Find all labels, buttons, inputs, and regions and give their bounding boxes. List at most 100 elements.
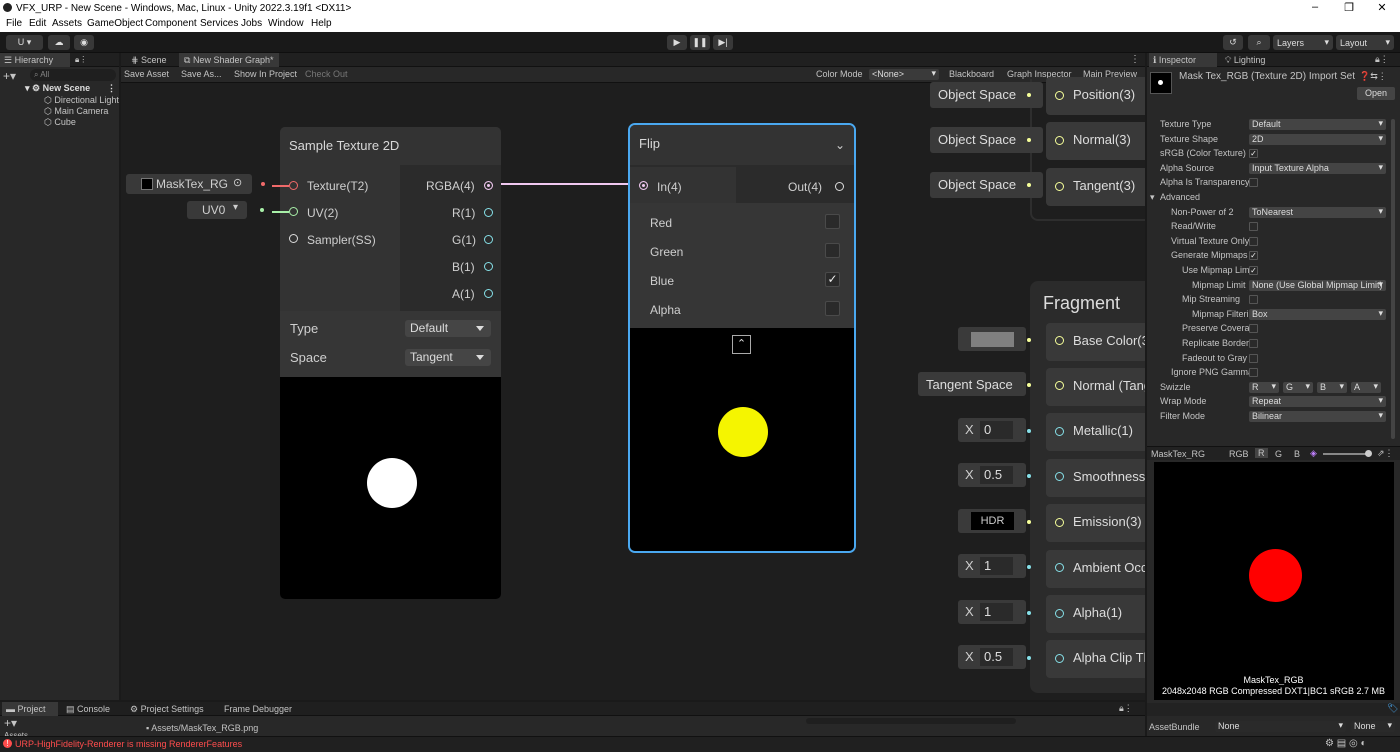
r-output-port[interactable] [484, 208, 493, 217]
add-icon[interactable]: +▾ [3, 69, 16, 83]
setting-dropdown[interactable]: ToNearest [1249, 207, 1386, 218]
metallic-port[interactable] [1055, 427, 1064, 436]
setting-dropdown[interactable]: Box [1249, 309, 1386, 320]
ao-field[interactable]: 1 [980, 557, 1013, 575]
uv-node[interactable]: UV0 ▾ [187, 201, 264, 219]
flip-node[interactable]: Flip ⌄ In(4) Out(4) Red Green Blue ✓ Alp… [628, 123, 856, 553]
emission-slot[interactable]: HDR [958, 509, 1026, 533]
setting-dropdown[interactable]: Bilinear [1249, 411, 1386, 422]
setting-checkbox[interactable] [1249, 324, 1258, 333]
assetbundle-variant-dropdown[interactable]: None [1351, 721, 1395, 732]
green-checkbox[interactable] [825, 243, 840, 258]
blackboard-toggle[interactable]: Blackboard [949, 69, 994, 79]
tab-shader-graph[interactable]: ⧉ New Shader Graph* [179, 53, 279, 67]
hierarchy-item[interactable]: ⬡ Cube [44, 117, 76, 128]
close-button[interactable]: ✕ [1367, 1, 1397, 14]
base-color-slot[interactable] [958, 327, 1026, 351]
color-swatch[interactable] [971, 332, 1014, 347]
layout-dropdown[interactable]: Layout ▾ [1336, 35, 1394, 50]
foldout-arrow-icon[interactable]: ▾ [1150, 192, 1155, 203]
project-search-input[interactable] [806, 718, 1016, 724]
hierarchy-item[interactable]: ⬡ Main Camera [44, 106, 108, 117]
swizzle-dropdown[interactable]: B [1317, 382, 1347, 393]
channel-g-button[interactable]: G [1275, 449, 1282, 459]
setting-checkbox[interactable] [1249, 237, 1258, 246]
menu-services[interactable]: Services [200, 18, 238, 29]
add-icon[interactable]: +▾ [4, 716, 17, 730]
normal-port[interactable] [1055, 381, 1064, 390]
emission-port[interactable] [1055, 518, 1064, 527]
label-tag-icon[interactable]: 🏷︎ [1387, 703, 1398, 714]
metallic-field[interactable]: 0 [980, 421, 1013, 439]
ao-port[interactable] [1055, 563, 1064, 572]
alpha-field[interactable]: 1 [980, 603, 1013, 621]
setting-checkbox[interactable] [1249, 178, 1258, 187]
mip-icon[interactable]: ⇗⋮ [1377, 448, 1394, 459]
a-output-port[interactable] [484, 289, 493, 298]
texture-input-port[interactable] [289, 181, 298, 190]
check-out-button[interactable]: Check Out [305, 69, 348, 79]
save-as-button[interactable]: Save As... [181, 69, 222, 79]
setting-checkbox[interactable] [1249, 222, 1258, 231]
smoothness-field[interactable]: 0.5 [980, 466, 1013, 484]
status-icons[interactable]: ⚙ ▤ ◎ ◐ [1325, 738, 1367, 749]
tab-hierarchy[interactable]: ☰ Hierarchy [0, 53, 70, 67]
inspector-scrollbar[interactable] [1391, 119, 1395, 439]
setting-dropdown[interactable]: Default [1249, 119, 1386, 130]
menu-gameobject[interactable]: GameObject [87, 18, 143, 29]
setting-checkbox[interactable] [1249, 295, 1258, 304]
menu-window[interactable]: Window [268, 18, 304, 29]
hdr-color-swatch[interactable]: HDR [971, 512, 1014, 530]
alpha-port[interactable] [1055, 609, 1064, 618]
channel-rgb-button[interactable]: RGB [1229, 449, 1249, 459]
normal-port[interactable] [1055, 136, 1064, 145]
tab-frame-debugger[interactable]: Frame Debugger [224, 702, 304, 716]
setting-checkbox[interactable] [1249, 354, 1258, 363]
layers-dropdown[interactable]: Layers ▾ [1273, 35, 1333, 50]
maximize-button[interactable]: ❐ [1334, 1, 1364, 14]
open-button[interactable]: Open [1357, 87, 1395, 100]
account-dropdown[interactable]: U ▾ [6, 35, 43, 50]
mip-slider[interactable] [1323, 453, 1371, 455]
tab-project-settings[interactable]: ⚙ Project Settings [128, 702, 218, 716]
channel-r-button[interactable]: R [1255, 448, 1268, 458]
graph-menu-icon[interactable]: ⋮ [1130, 54, 1140, 65]
normal-space-slot[interactable]: Tangent Space [918, 372, 1026, 396]
setting-dropdown[interactable]: Repeat [1249, 396, 1386, 407]
hierarchy-search-input[interactable]: ⌕ All [30, 69, 116, 81]
sampler-input-port[interactable] [289, 234, 298, 243]
smoothness-port[interactable] [1055, 472, 1064, 481]
tangent-port[interactable] [1055, 182, 1064, 191]
menu-help[interactable]: Help [311, 18, 332, 29]
type-dropdown[interactable]: Default [405, 320, 491, 337]
tab-lighting[interactable]: 💡︎ Lighting [1221, 53, 1281, 67]
swizzle-dropdown[interactable]: G [1283, 382, 1313, 393]
blue-checkbox[interactable]: ✓ [825, 272, 840, 287]
setting-checkbox[interactable]: ✓ [1249, 266, 1258, 275]
tab-inspector[interactable]: ℹ Inspector [1149, 53, 1217, 67]
property-node[interactable]: MaskTex_RG ⊙ [126, 174, 265, 194]
rgba-output-port[interactable] [484, 181, 493, 190]
collab-icon[interactable]: ◉ [74, 35, 94, 50]
swizzle-dropdown[interactable]: A [1351, 382, 1381, 393]
history-icon[interactable]: ↺ [1223, 35, 1243, 50]
smoothness-slot[interactable]: X 0.5 [958, 463, 1026, 487]
menu-file[interactable]: File [6, 18, 22, 29]
setting-label[interactable]: Advanced [1160, 192, 1257, 202]
mip-slider-handle[interactable] [1365, 450, 1372, 457]
object-picker-icon[interactable]: ⊙ [233, 176, 242, 189]
menu-jobs[interactable]: Jobs [241, 18, 262, 29]
sample-texture-2d-node[interactable]: Sample Texture 2D Texture(T2) UV(2) Samp… [272, 127, 501, 599]
lock-icon[interactable]: 🔒︎⋮ [1119, 703, 1133, 714]
alpha-clip-slot[interactable]: X 0.5 [958, 645, 1026, 669]
ao-slot[interactable]: X 1 [958, 554, 1026, 578]
alpha-slot[interactable]: X 1 [958, 600, 1026, 624]
uv-input-port[interactable] [289, 207, 298, 216]
hierarchy-item[interactable]: ⬡ Directional Light [44, 95, 119, 106]
position-port[interactable] [1055, 91, 1064, 100]
setting-checkbox[interactable] [1249, 339, 1258, 348]
out-output-port[interactable] [835, 182, 844, 191]
alpha-clip-field[interactable]: 0.5 [980, 648, 1013, 666]
in-input-port[interactable] [639, 181, 648, 190]
setting-dropdown[interactable]: Input Texture Alpha [1249, 163, 1386, 174]
